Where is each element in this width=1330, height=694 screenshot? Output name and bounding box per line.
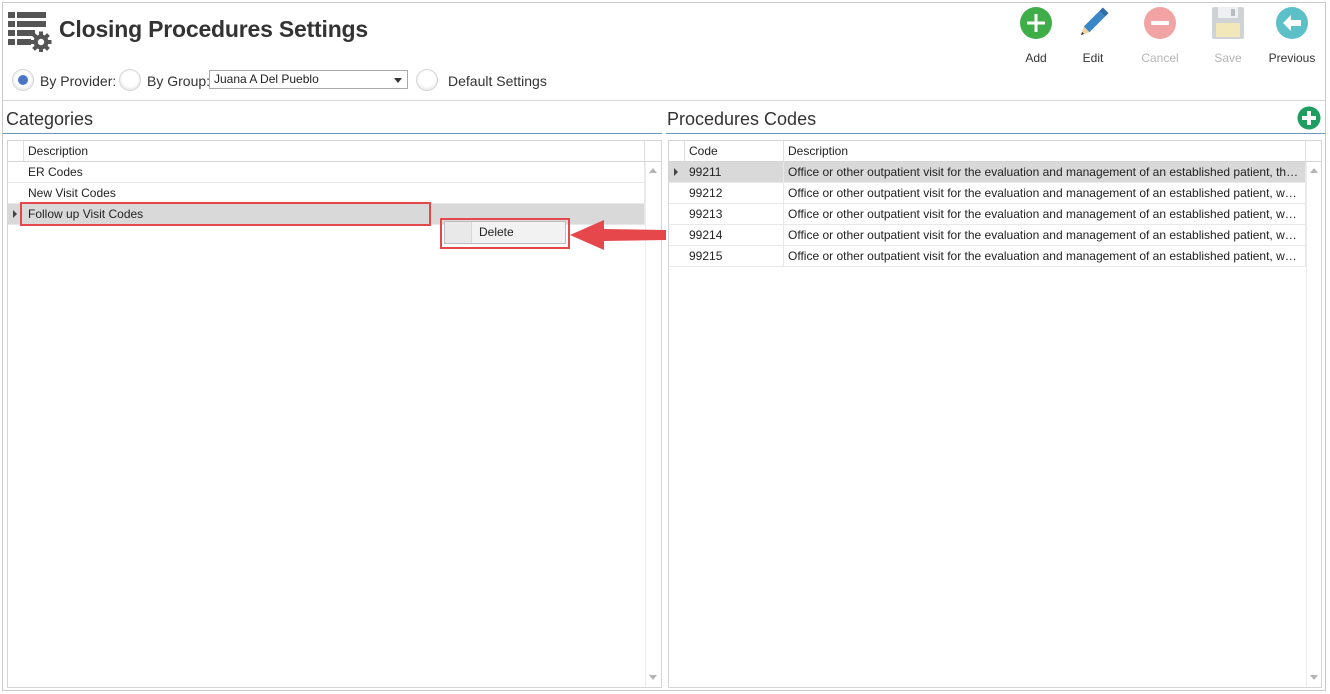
chevron-down-icon <box>394 78 402 83</box>
procedure-row-selected[interactable]: 99211 Office or other outpatient visit f… <box>669 162 1306 183</box>
categories-title: Categories <box>6 109 94 129</box>
procedure-description: Office or other outpatient visit for the… <box>784 162 1306 182</box>
procedure-row[interactable]: 99212 Office or other outpatient visit f… <box>669 183 1306 204</box>
cancel-icon <box>1144 7 1176 39</box>
previous-button[interactable]: Previous <box>1264 6 1320 65</box>
header-divider <box>3 100 1325 101</box>
add-procedure-icon[interactable] <box>1297 106 1321 130</box>
annotation-highlight-row <box>20 202 431 226</box>
procedures-grid-header: Code Description <box>669 141 1321 162</box>
procedure-code: 99211 <box>685 162 784 182</box>
add-icon <box>1020 7 1052 39</box>
arrow-left-icon <box>1276 7 1308 39</box>
cancel-button[interactable]: Cancel <box>1132 6 1188 65</box>
procedure-row[interactable]: 99215 Office or other outpatient visit f… <box>669 246 1306 267</box>
row-header-cell <box>8 141 24 161</box>
cancel-label: Cancel <box>1141 51 1179 65</box>
procedure-description: Office or other outpatient visit for the… <box>784 183 1306 203</box>
add-label: Add <box>1025 51 1047 65</box>
page-title: Closing Procedures Settings <box>59 16 368 42</box>
category-description: New Visit Codes <box>24 183 645 203</box>
provider-select-value: Juana A Del Pueblo <box>214 72 319 86</box>
procedure-row[interactable]: 99213 Office or other outpatient visit f… <box>669 204 1306 225</box>
procedure-code: 99213 <box>685 204 784 224</box>
default-settings-label: Default Settings <box>448 73 547 89</box>
provider-select[interactable]: Juana A Del Pueblo <box>209 70 408 89</box>
procedures-title-underline <box>666 133 1325 134</box>
row-header-cell <box>669 141 685 161</box>
by-group-label: By Group: <box>147 73 211 89</box>
pencil-icon <box>1080 7 1109 36</box>
procedure-description: Office or other outpatient visit for the… <box>784 204 1306 224</box>
save-label: Save <box>1214 51 1242 65</box>
save-icon <box>1212 7 1244 39</box>
column-header-description[interactable]: Description <box>24 141 645 161</box>
scroll-down-icon[interactable] <box>1310 675 1318 680</box>
column-header-code[interactable]: Code <box>685 141 784 161</box>
procedure-description: Office or other outpatient visit for the… <box>784 225 1306 245</box>
procedure-description: Office or other outpatient visit for the… <box>784 246 1306 266</box>
add-button[interactable]: Add <box>1008 6 1064 65</box>
edit-label: Edit <box>1082 51 1104 65</box>
categories-title-underline <box>3 133 662 134</box>
current-row-indicator-icon <box>674 168 678 176</box>
save-button[interactable]: Save <box>1200 6 1256 65</box>
procedure-code: 99212 <box>685 183 784 203</box>
category-row[interactable]: ER Codes <box>8 162 645 183</box>
scroll-up-icon[interactable] <box>1310 168 1318 173</box>
edit-button[interactable]: Edit <box>1065 6 1121 65</box>
procedure-row[interactable]: 99214 Office or other outpatient visit f… <box>669 225 1306 246</box>
by-provider-radio[interactable] <box>12 69 34 91</box>
scroll-down-icon[interactable] <box>649 675 657 680</box>
procedures-grid: Code Description 99211 Office or other o… <box>668 140 1322 688</box>
by-group-radio[interactable] <box>119 69 141 91</box>
by-provider-label: By Provider: <box>40 73 117 89</box>
current-row-indicator-icon <box>13 210 17 218</box>
settings-list-icon <box>8 12 52 52</box>
column-header-description[interactable]: Description <box>784 141 1306 161</box>
category-description: ER Codes <box>24 162 645 182</box>
default-settings-radio[interactable] <box>416 69 438 91</box>
annotation-highlight-delete <box>440 218 570 249</box>
procedure-code: 99215 <box>685 246 784 266</box>
annotation-arrow-icon <box>570 220 666 250</box>
scroll-up-icon[interactable] <box>649 168 657 173</box>
categories-grid-header: Description <box>8 141 661 162</box>
previous-label: Previous <box>1268 51 1316 65</box>
procedures-scrollbar[interactable] <box>1306 162 1320 687</box>
procedure-code: 99214 <box>685 225 784 245</box>
category-row[interactable]: New Visit Codes <box>8 183 645 204</box>
procedures-title: Procedures Codes <box>667 109 817 129</box>
